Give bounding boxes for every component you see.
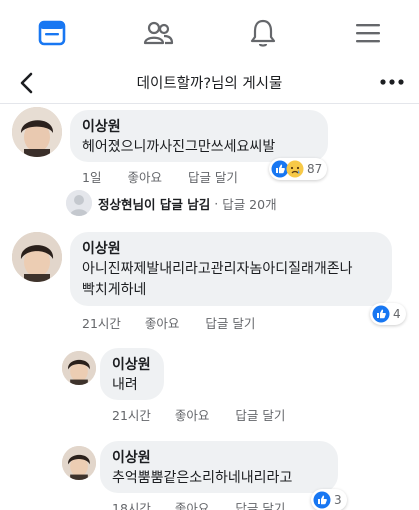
like-button[interactable]: 좋아요 [175, 498, 210, 510]
sad-reaction-icon [286, 160, 304, 178]
comment-actions: 1일 좋아요 답글 달기 [82, 167, 238, 186]
reaction-summary[interactable]: 3 [311, 489, 347, 510]
comment-bubble: 이상원 내려 [100, 348, 164, 400]
comment-author[interactable]: 이상원 [82, 117, 316, 137]
comment-author[interactable]: 이상원 [82, 239, 380, 259]
comment-actions: 21시간 좋아요 답글 달기 [82, 313, 255, 332]
page-title: 데이트할까?님의 게시물 [136, 76, 283, 92]
menu-icon[interactable] [352, 17, 384, 49]
avatar[interactable] [12, 107, 62, 157]
like-button[interactable]: 좋아요 [127, 167, 162, 186]
replies-summary[interactable]: 정상현님이 답글 남김 · 답글 20개 [66, 190, 277, 216]
feed-icon[interactable] [36, 17, 68, 49]
comment-actions: 21시간 좋아요 답글 달기 [112, 405, 285, 424]
reply-avatar [66, 190, 92, 216]
reaction-count: 87 [307, 162, 323, 176]
replies-count: 답글 20개 [222, 196, 277, 212]
back-arrow-icon[interactable] [14, 70, 40, 96]
reply-button[interactable]: 답글 달기 [235, 498, 285, 510]
avatar[interactable] [12, 232, 62, 282]
like-button[interactable]: 좋아요 [175, 405, 210, 424]
comment-time: 21시간 [112, 408, 151, 423]
like-reaction-icon [313, 491, 331, 509]
comment-bubble: 이상원 추억뿜뿜같은소리하네내리라고 [100, 441, 338, 493]
avatar[interactable] [62, 446, 96, 480]
reaction-count: 3 [334, 493, 342, 507]
more-options-icon[interactable] [377, 72, 407, 92]
reaction-summary[interactable]: 4 [370, 303, 406, 325]
comment-text: 헤어졌으니까사진그만쓰세요씨발 [82, 139, 276, 155]
comment-text: 빡치게하네 [82, 282, 147, 298]
comment-text: 아니진짜제발내리라고관리자놈아디질래개존나 [82, 261, 353, 277]
reaction-summary[interactable]: 87 [269, 158, 328, 180]
bell-icon[interactable] [247, 17, 279, 49]
comment-text: 추억뿜뿜같은소리하네내리라고 [112, 470, 293, 486]
comment-bubble: 이상원 아니진짜제발내리라고관리자놈아디질래개존나 빡치게하네 [70, 232, 392, 306]
avatar[interactable] [62, 351, 96, 385]
comment-text: 내려 [112, 377, 138, 393]
post-header: 데이트할까?님의 게시물 [0, 62, 419, 104]
comment-author[interactable]: 이상원 [112, 355, 152, 375]
reply-button[interactable]: 답글 달기 [205, 313, 255, 332]
like-reaction-icon [372, 305, 390, 323]
replies-separator: · [214, 195, 219, 211]
replies-user: 정상현님이 답글 남김 [98, 196, 211, 212]
comment-author[interactable]: 이상원 [112, 448, 326, 468]
comment-time: 21시간 [82, 316, 121, 331]
comment-time: 18시간 [112, 501, 151, 510]
friends-icon[interactable] [142, 17, 174, 49]
reply-button[interactable]: 답글 달기 [188, 167, 238, 186]
like-button[interactable]: 좋아요 [145, 313, 180, 332]
reply-button[interactable]: 답글 달기 [235, 405, 285, 424]
comment-time: 1일 [82, 170, 102, 185]
top-navigation [0, 0, 419, 62]
reaction-count: 4 [393, 307, 401, 321]
comment-actions: 18시간 좋아요 답글 달기 [112, 498, 285, 510]
comment-bubble: 이상원 헤어졌으니까사진그만쓰세요씨발 [70, 110, 328, 162]
